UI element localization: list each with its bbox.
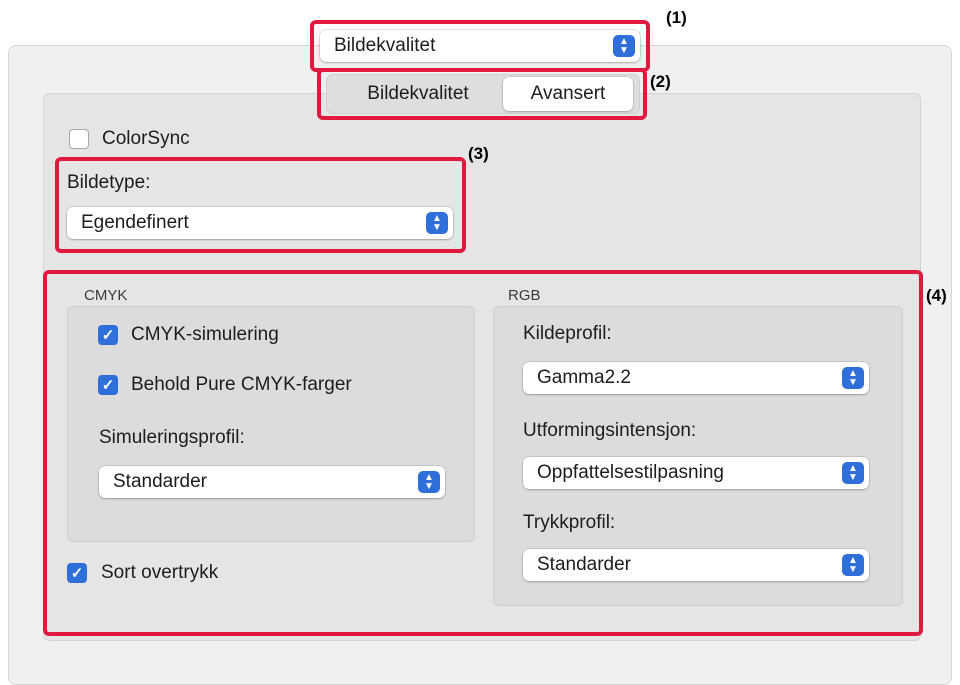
annotation-box-1 — [310, 20, 650, 72]
annotation-box-3 — [55, 157, 466, 253]
colorsync-checkbox[interactable] — [69, 129, 89, 149]
annotation-box-4 — [43, 270, 923, 636]
annotation-label-4: (4) — [926, 286, 947, 305]
colorsync-label: ColorSync — [102, 128, 190, 149]
annotation-label-3: (3) — [468, 144, 489, 163]
annotation-box-2 — [317, 68, 647, 120]
annotation-label-2: (2) — [650, 72, 671, 91]
annotation-label-1: (1) — [666, 8, 687, 27]
